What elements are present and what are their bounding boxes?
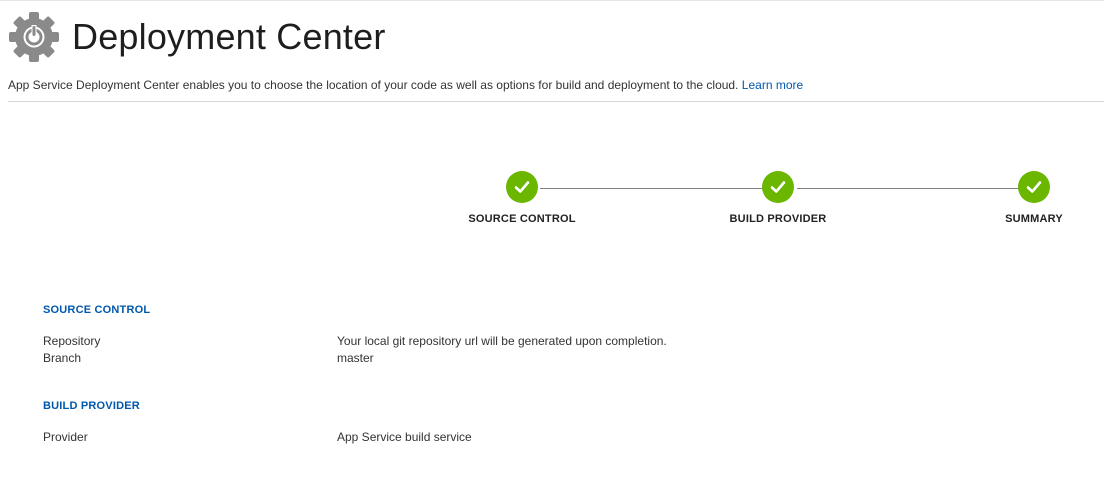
deployment-center-page: Deployment Center App Service Deployment… <box>0 0 1104 496</box>
step-source-control: SOURCE CONTROL <box>442 171 602 225</box>
step-summary: SUMMARY <box>954 171 1104 225</box>
learn-more-link[interactable]: Learn more <box>742 78 803 92</box>
step-build-provider: BUILD PROVIDER <box>698 171 858 225</box>
branch-label: Branch <box>43 351 82 365</box>
gear-power-icon <box>9 12 59 62</box>
description-text: App Service Deployment Center enables yo… <box>8 78 739 92</box>
step-label: BUILD PROVIDER <box>729 213 827 225</box>
page-description: App Service Deployment Center enables yo… <box>8 78 803 92</box>
page-title: Deployment Center <box>72 16 386 57</box>
section-heading-source-control: SOURCE CONTROL <box>43 304 151 316</box>
checkmark-icon <box>1018 171 1050 203</box>
step-label: SUMMARY <box>1005 213 1063 225</box>
page-header: Deployment Center <box>8 11 386 63</box>
branch-value: master <box>337 351 374 365</box>
step-label: SOURCE CONTROL <box>468 213 576 225</box>
provider-value: App Service build service <box>337 430 472 444</box>
checkmark-icon <box>506 171 538 203</box>
repository-value: Your local git repository url will be ge… <box>337 334 667 348</box>
checkmark-icon <box>762 171 794 203</box>
header-divider <box>8 101 1104 102</box>
section-heading-build-provider: BUILD PROVIDER <box>43 400 140 412</box>
provider-label: Provider <box>43 430 88 444</box>
progress-stepper: SOURCE CONTROL BUILD PROVIDER SUMMARY <box>460 171 1094 241</box>
repository-label: Repository <box>43 334 101 348</box>
